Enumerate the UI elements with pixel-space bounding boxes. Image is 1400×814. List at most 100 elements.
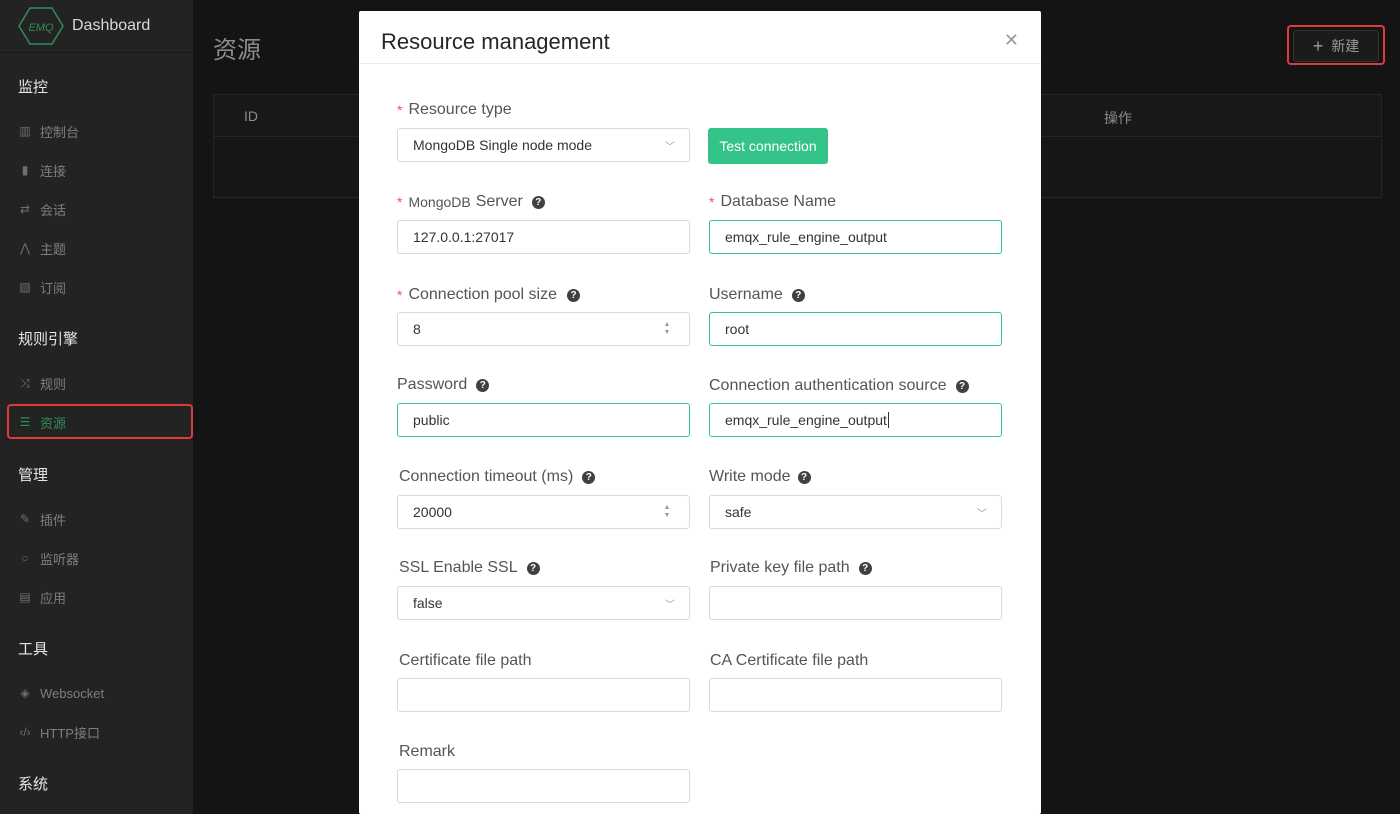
sidebar-item-topics[interactable]: ⋀ 主题 bbox=[18, 238, 66, 258]
column-header-actions: 操作 bbox=[1104, 110, 1132, 126]
timeout-label: Connection timeout (ms) ? bbox=[399, 468, 596, 486]
sidebar: EMQ Dashboard 监控 ▥ 控制台 ▮ 连接 ⇄ 会话 ⋀ 主题 ▧ … bbox=[0, 0, 193, 814]
label-prefix: MongoDB bbox=[408, 194, 471, 210]
sidebar-item-plugins[interactable]: ✎ 插件 bbox=[18, 509, 66, 529]
label-text: Database Name bbox=[720, 193, 837, 210]
ca-cert-input[interactable] bbox=[709, 678, 1002, 712]
refresh-icon: ○ bbox=[21, 551, 29, 565]
help-icon[interactable]: ? bbox=[582, 470, 596, 484]
database-name-input[interactable]: emqx_rule_engine_output bbox=[709, 220, 1002, 254]
sidebar-item-http-api[interactable]: ‹/› HTTP接口 bbox=[18, 722, 100, 742]
sidebar-item-sessions[interactable]: ⇄ 会话 bbox=[18, 199, 66, 219]
required-mark: * bbox=[709, 194, 715, 210]
required-mark: * bbox=[397, 102, 403, 118]
required-mark: * bbox=[397, 287, 403, 303]
sidebar-item-subscriptions[interactable]: ▧ 订阅 bbox=[18, 277, 66, 297]
auth-source-input[interactable]: emqx_rule_engine_output bbox=[709, 403, 1002, 437]
group-title-system: 系统 bbox=[18, 776, 49, 793]
username-input[interactable]: root bbox=[709, 312, 1002, 346]
help-icon[interactable]: ? bbox=[858, 561, 872, 575]
new-button-highlight bbox=[1287, 25, 1385, 65]
input-value: 20000 bbox=[413, 504, 452, 520]
brand-name: Dashboard bbox=[72, 17, 151, 34]
resource-type-label: * Resource type bbox=[397, 101, 512, 119]
cert-input[interactable] bbox=[397, 678, 690, 712]
plug-icon: ✎ bbox=[19, 512, 31, 526]
topic-icon: ⋀ bbox=[20, 241, 30, 255]
help-icon[interactable]: ? bbox=[531, 195, 545, 209]
html5-icon: ◈ bbox=[20, 686, 30, 700]
password-input[interactable]: public bbox=[397, 403, 690, 437]
sidebar-item-label: Websocket bbox=[40, 685, 105, 701]
device-icon: ▮ bbox=[21, 163, 29, 177]
username-label: Username ? bbox=[709, 286, 805, 304]
shuffle-icon: ⤨ bbox=[20, 375, 30, 390]
group-title-manage: 管理 bbox=[18, 467, 49, 484]
label-text: Resource type bbox=[408, 101, 512, 118]
write-mode-select[interactable]: safe ﹀ bbox=[709, 495, 1002, 529]
ssl-label: SSL Enable SSL ? bbox=[399, 559, 540, 577]
sidebar-item-rules[interactable]: ⤨ 规则 bbox=[18, 373, 66, 393]
server-label: * MongoDB Server ? bbox=[397, 193, 545, 211]
private-key-label: Private key file path ? bbox=[710, 559, 872, 577]
remark-label: Remark bbox=[399, 743, 455, 761]
label-text: Write mode bbox=[709, 468, 791, 485]
sidebar-item-label: 应用 bbox=[40, 590, 67, 606]
ssl-select[interactable]: false ﹀ bbox=[397, 586, 690, 620]
select-value: MongoDB Single node mode bbox=[413, 137, 593, 153]
input-value: emqx_rule_engine_output bbox=[725, 412, 887, 428]
chart-icon: ▥ bbox=[19, 124, 31, 138]
input-value: public bbox=[413, 412, 450, 428]
help-icon[interactable]: ? bbox=[567, 288, 580, 302]
sidebar-item-label: 控制台 bbox=[40, 124, 80, 140]
sidebar-item-websocket[interactable]: ◈ Websocket bbox=[18, 683, 104, 703]
code-icon: ‹/› bbox=[19, 725, 31, 739]
text-cursor bbox=[887, 412, 889, 428]
resource-type-select[interactable]: MongoDB Single node mode ﹀ bbox=[397, 128, 690, 162]
sidebar-item-connections[interactable]: ▮ 连接 bbox=[18, 160, 66, 180]
chevron-down-icon: ﹀ bbox=[665, 142, 675, 153]
sidebar-item-listeners[interactable]: ○ 监听器 bbox=[18, 548, 79, 568]
timeout-input[interactable]: 20000 ▲ ▼ bbox=[397, 495, 690, 529]
brand[interactable]: EMQ Dashboard bbox=[0, 0, 193, 53]
input-value: 8 bbox=[413, 321, 421, 337]
help-icon[interactable]: ? bbox=[791, 288, 805, 302]
help-icon[interactable]: ? bbox=[797, 470, 811, 484]
chevron-down-icon: ﹀ bbox=[665, 600, 675, 611]
select-value: safe bbox=[725, 504, 752, 520]
private-key-input[interactable] bbox=[709, 586, 1002, 620]
label-text: Remark bbox=[399, 743, 456, 760]
swap-icon: ⇄ bbox=[19, 202, 31, 216]
label-text: Connection pool size bbox=[408, 286, 557, 303]
label-text: Certificate file path bbox=[399, 652, 532, 669]
remark-input[interactable] bbox=[397, 769, 690, 803]
help-icon[interactable]: ? bbox=[476, 378, 490, 392]
group-title-monitor: 监控 bbox=[18, 79, 49, 96]
write-mode-label: Write mode ? bbox=[709, 468, 811, 486]
page-title: 资源 bbox=[213, 37, 261, 64]
help-icon[interactable]: ? bbox=[526, 561, 540, 575]
auth-source-label: Connection authentication source ? bbox=[709, 377, 969, 395]
help-icon[interactable]: ? bbox=[955, 379, 969, 393]
sidebar-item-label: 主题 bbox=[40, 241, 67, 257]
group-title-tools: 工具 bbox=[18, 641, 49, 658]
sidebar-item-console[interactable]: ▥ 控制台 bbox=[18, 121, 79, 141]
pool-size-input[interactable]: 8 ▲ ▼ bbox=[397, 312, 690, 346]
test-connection-button[interactable]: Test connection bbox=[708, 128, 828, 164]
close-icon[interactable]: ✕ bbox=[1004, 31, 1019, 49]
sidebar-item-label: HTTP接口 bbox=[40, 725, 100, 741]
server-input[interactable]: 127.0.0.1:27017 bbox=[397, 220, 690, 254]
label-text: Connection timeout (ms) bbox=[399, 468, 574, 485]
stepper-icon[interactable]: ▲ ▼ bbox=[663, 320, 671, 338]
stepper-icon[interactable]: ▲ ▼ bbox=[663, 503, 671, 521]
sidebar-item-label: 插件 bbox=[40, 512, 67, 528]
select-value: false bbox=[413, 595, 443, 611]
resources-highlight bbox=[7, 404, 193, 439]
sidebar-item-label: 监听器 bbox=[40, 551, 80, 567]
label-text: CA Certificate file path bbox=[710, 652, 869, 669]
pool-size-label: * Connection pool size ? bbox=[397, 286, 580, 304]
svg-text:EMQ: EMQ bbox=[28, 22, 54, 34]
sidebar-item-applications[interactable]: ▤ 应用 bbox=[18, 587, 66, 607]
label-text: Username bbox=[709, 286, 783, 303]
input-value: root bbox=[725, 321, 750, 337]
